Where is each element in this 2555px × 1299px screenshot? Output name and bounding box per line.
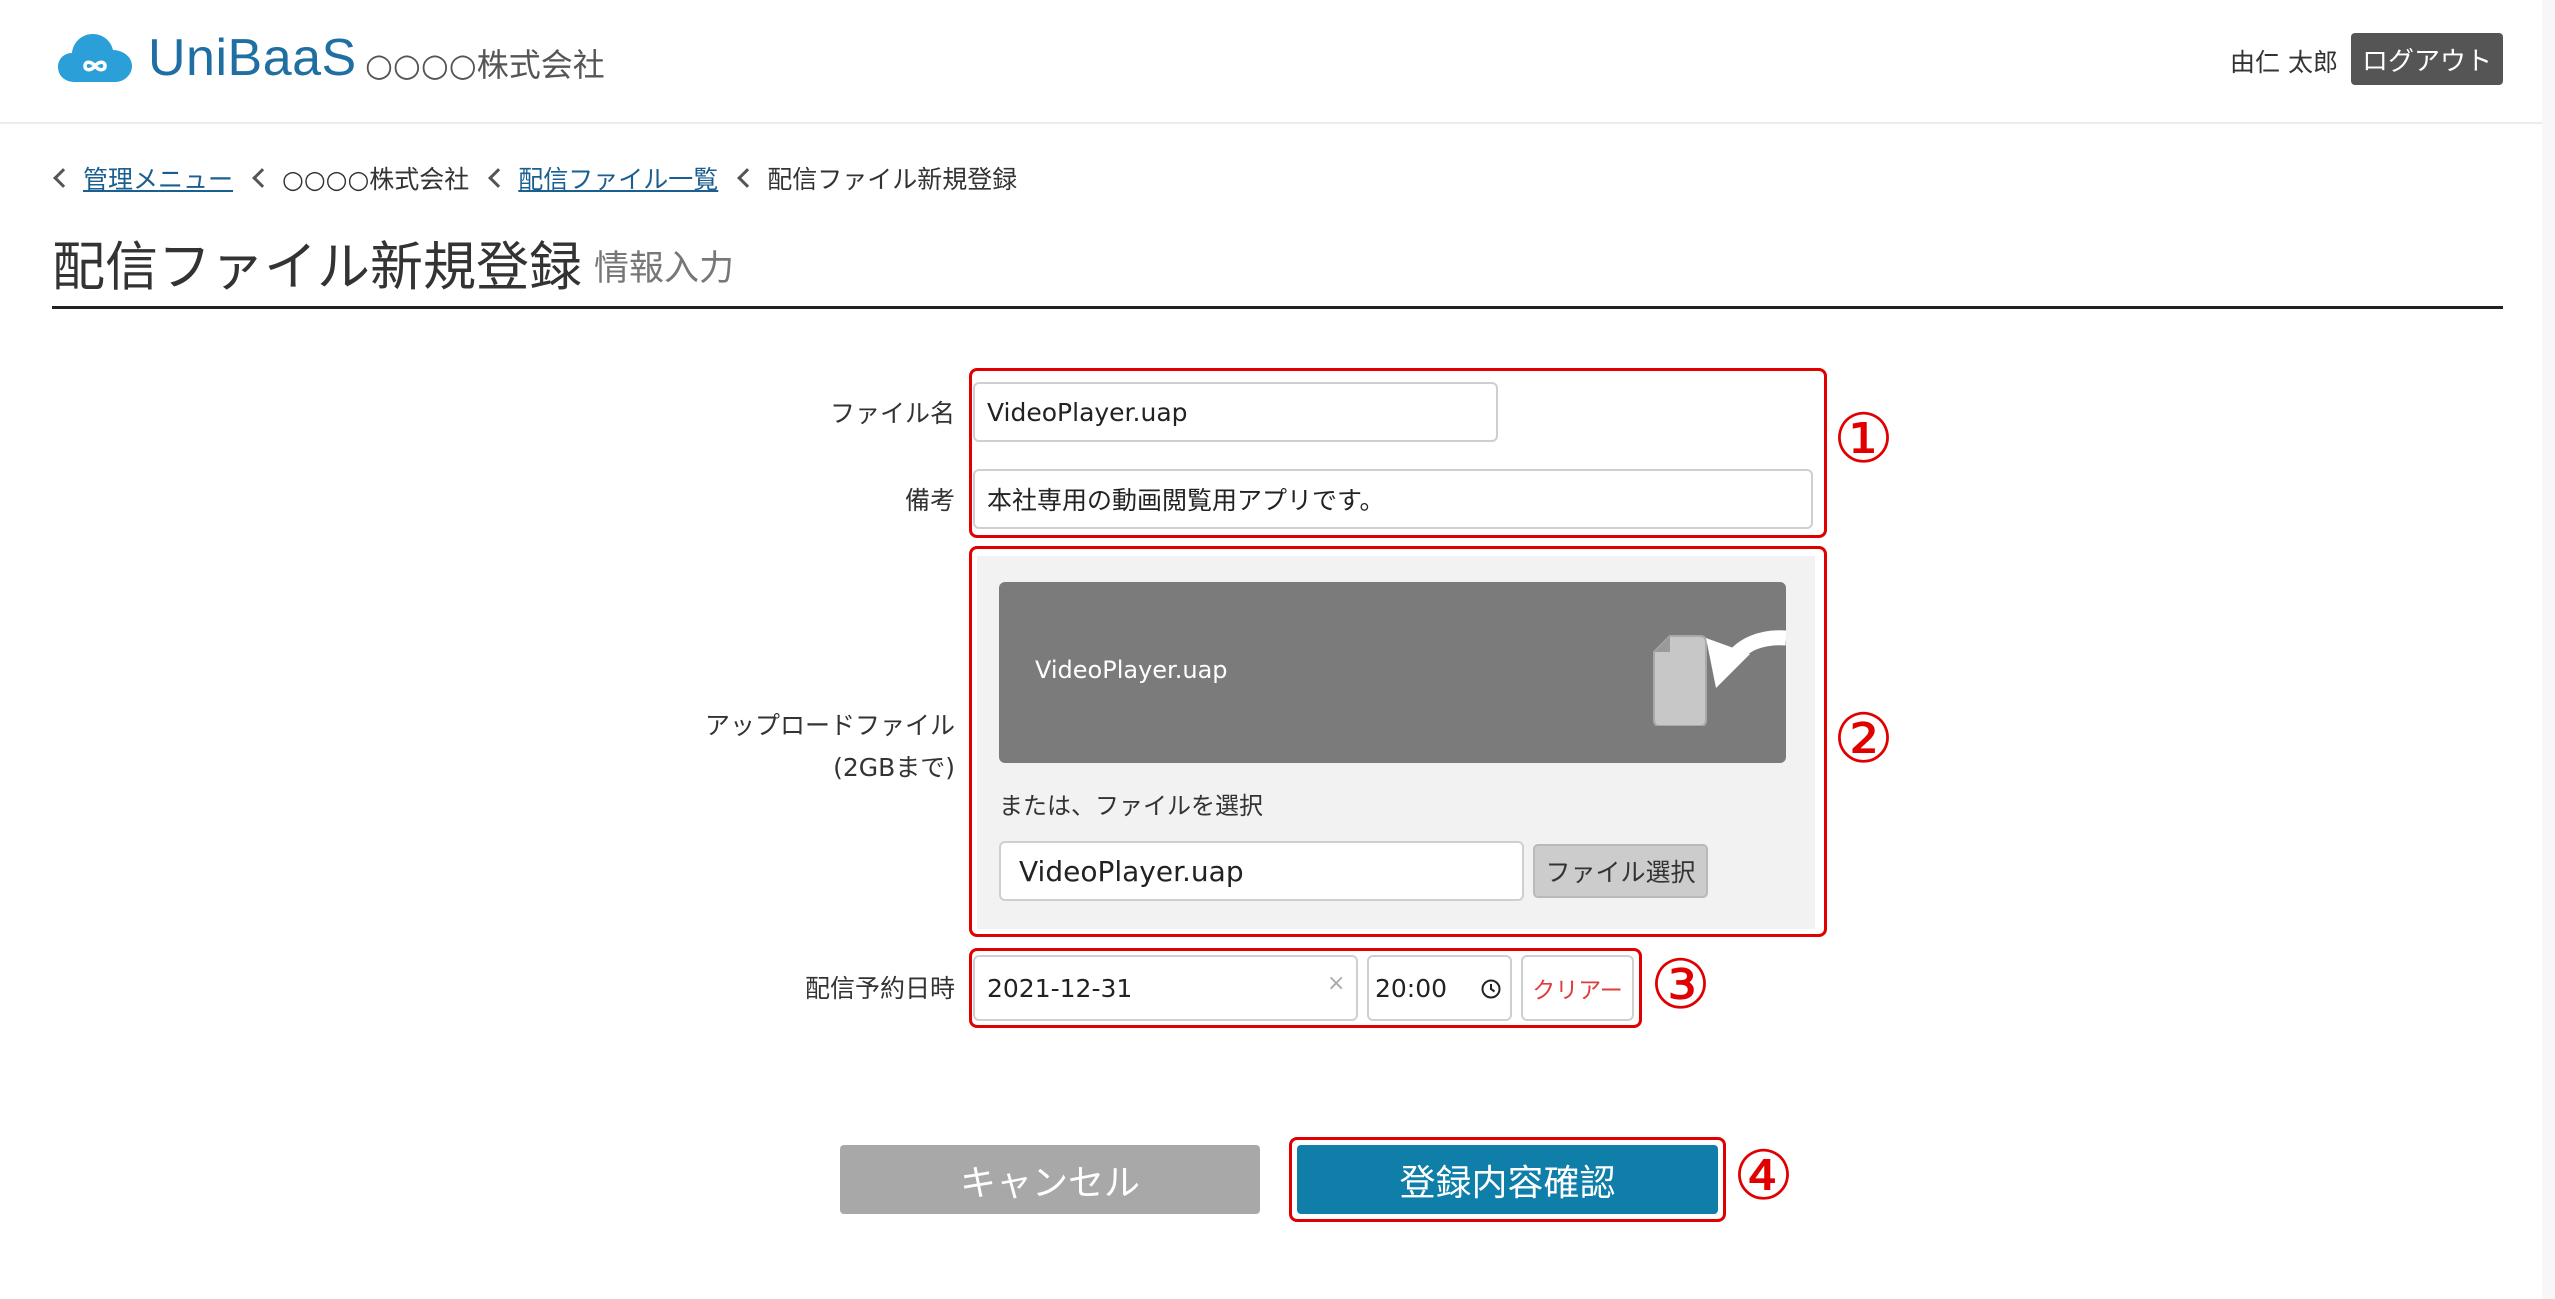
breadcrumb-link[interactable]: 管理メニュー bbox=[83, 160, 233, 196]
confirm-registration-button[interactable]: 登録内容確認 bbox=[1297, 1145, 1718, 1214]
breadcrumb-link[interactable]: 配信ファイル一覧 bbox=[518, 160, 718, 196]
file-path-input[interactable]: VideoPlayer.uap bbox=[999, 841, 1524, 901]
upload-size-limit: (2GBまで) bbox=[833, 753, 955, 782]
logout-button[interactable]: ログアウト bbox=[2351, 33, 2503, 85]
chevron-left-icon bbox=[488, 168, 509, 188]
page-title: 配信ファイル新規登録 bbox=[52, 237, 582, 298]
breadcrumb-item-current: 配信ファイル新規登録 bbox=[736, 160, 1017, 196]
upload-label-text: アップロードファイル bbox=[704, 711, 955, 740]
annotation-number-4: ④ bbox=[1733, 1137, 1794, 1216]
alt-select-text: または、ファイルを選択 bbox=[999, 792, 1263, 820]
file-select-button[interactable]: ファイル選択 bbox=[1533, 844, 1708, 898]
cloud-logo-icon[interactable] bbox=[57, 30, 133, 90]
chevron-left-icon bbox=[737, 168, 758, 188]
chevron-left-icon bbox=[53, 168, 73, 188]
company-name: ○○○○株式会社 bbox=[365, 46, 605, 84]
date-input[interactable]: 2021-12-31 bbox=[973, 955, 1358, 1021]
clock-icon[interactable] bbox=[1480, 978, 1502, 1004]
breadcrumb-text: 配信ファイル新規登録 bbox=[767, 165, 1018, 194]
dropzone-filename: VideoPlayer.uap bbox=[1035, 656, 1228, 684]
brand-name[interactable]: UniBaaS bbox=[148, 28, 357, 88]
annotation-number-3: ③ bbox=[1650, 946, 1711, 1025]
filename-label: ファイル名 bbox=[829, 399, 955, 428]
schedule-label: 配信予約日時 bbox=[804, 974, 955, 1003]
breadcrumb: 管理メニュー ○○○○株式会社 配信ファイル一覧 配信ファイル新規登録 bbox=[52, 160, 1035, 196]
date-clear-icon[interactable]: × bbox=[1327, 971, 1345, 996]
breadcrumb-item-file-list[interactable]: 配信ファイル一覧 bbox=[487, 160, 718, 196]
cancel-button[interactable]: キャンセル bbox=[840, 1145, 1260, 1214]
schedule-clear-button[interactable]: クリアー bbox=[1521, 955, 1634, 1021]
annotation-number-2: ② bbox=[1833, 700, 1894, 779]
file-drop-arrow-icon bbox=[1650, 616, 1787, 730]
note-label: 備考 bbox=[904, 486, 955, 515]
user-name: 由仁 太郎 bbox=[2230, 48, 2338, 77]
breadcrumb-item-company: ○○○○株式会社 bbox=[251, 160, 469, 196]
scrollbar-track[interactable] bbox=[2542, 0, 2555, 1299]
note-input[interactable]: 本社専用の動画閲覧用アプリです。 bbox=[973, 469, 1813, 529]
title-divider bbox=[52, 306, 2503, 309]
page-subtitle: 情報入力 bbox=[594, 249, 735, 289]
chevron-left-icon bbox=[252, 168, 272, 188]
annotation-number-1: ① bbox=[1833, 400, 1894, 479]
upload-label: アップロードファイル (2GBまで) bbox=[640, 705, 955, 789]
filename-input[interactable]: VideoPlayer.uap bbox=[973, 382, 1498, 442]
breadcrumb-text: ○○○○株式会社 bbox=[282, 165, 470, 194]
breadcrumb-item-admin-menu[interactable]: 管理メニュー bbox=[52, 160, 233, 196]
